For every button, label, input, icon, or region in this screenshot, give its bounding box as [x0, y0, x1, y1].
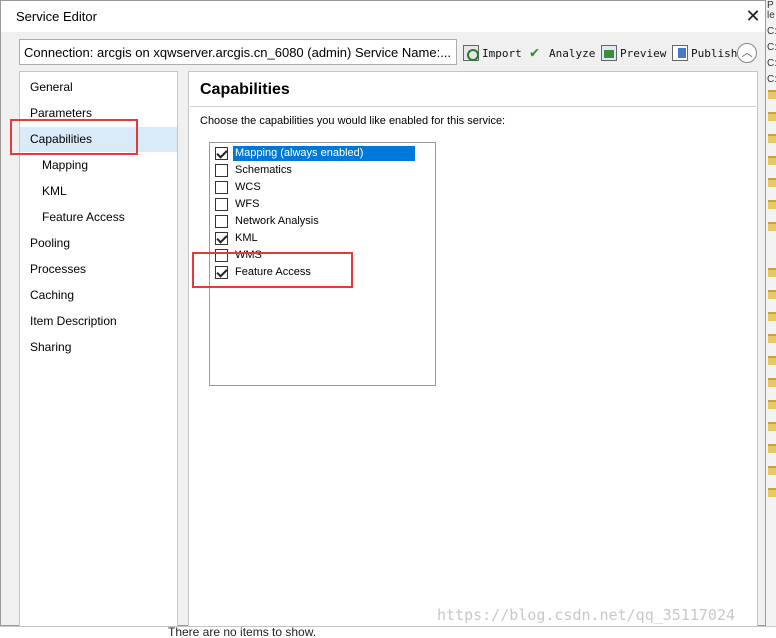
folder-icon: [768, 178, 776, 187]
capability-checkbox[interactable]: [215, 147, 228, 160]
capability-label: WCS: [235, 181, 261, 193]
folder-icon: [768, 422, 776, 431]
folder-icon: [768, 290, 776, 299]
publish-icon: [672, 45, 688, 61]
folder-icon: [768, 222, 776, 231]
background-text: C:: [767, 58, 776, 69]
nav-item-pooling[interactable]: Pooling: [20, 231, 177, 256]
publish-button[interactable]: Publish: [672, 43, 737, 63]
import-icon: [463, 45, 479, 61]
analyze-check-icon: [530, 43, 546, 61]
annotation-box-feature-access: [192, 252, 353, 288]
folder-icon: [768, 134, 776, 143]
nav-item-caching[interactable]: Caching: [20, 283, 177, 308]
title-bar: Service Editor ✕: [1, 1, 765, 32]
analyze-label: Analyze: [549, 46, 596, 60]
capability-row-schematics[interactable]: Schematics: [215, 162, 294, 179]
preview-icon: [601, 45, 617, 61]
capability-label: Schematics: [235, 164, 292, 176]
capability-label: WFS: [235, 198, 260, 210]
analyze-button[interactable]: Analyze: [530, 43, 595, 63]
page-title: Capabilities: [200, 81, 290, 98]
nav-item-sharing[interactable]: Sharing: [20, 335, 177, 360]
nav-item-feature-access[interactable]: Feature Access: [20, 205, 177, 230]
nav-item-mapping[interactable]: Mapping: [20, 153, 177, 178]
capability-checkbox[interactable]: [215, 181, 228, 194]
background-text: C:: [767, 26, 776, 37]
folder-icon: [768, 356, 776, 365]
folder-icon: [768, 200, 776, 209]
capability-checkbox[interactable]: [215, 232, 228, 245]
folder-icon: [768, 156, 776, 165]
service-editor-dialog: Service Editor ✕ Connection: arcgis on x…: [0, 0, 766, 627]
folder-icon: [768, 112, 776, 121]
folder-icon: [768, 312, 776, 321]
nav-item-item-description[interactable]: Item Description: [20, 309, 177, 334]
preview-button[interactable]: Preview: [601, 43, 666, 63]
background-text: C:: [767, 74, 776, 85]
capability-checkbox[interactable]: [215, 215, 228, 228]
collapse-chevron-up-icon[interactable]: ︿: [737, 43, 757, 63]
nav-item-kml[interactable]: KML: [20, 179, 177, 204]
watermark: https://blog.csdn.net/qq_35117024: [437, 606, 736, 624]
capability-label: KML: [235, 232, 258, 244]
capabilities-panel: Capabilities Choose the capabilities you…: [188, 71, 758, 627]
capability-checkbox[interactable]: [215, 198, 228, 211]
folder-icon: [768, 400, 776, 409]
folder-icon: [768, 268, 776, 277]
capability-row-mapping[interactable]: Mapping (always enabled): [215, 145, 415, 162]
divider: [190, 106, 756, 107]
background-text: C:: [767, 42, 776, 53]
capability-row-wcs[interactable]: WCS: [215, 179, 263, 196]
connection-field[interactable]: Connection: arcgis on xqwserver.arcgis.c…: [19, 39, 457, 65]
background-file-list: P le C: C: C: C:: [766, 0, 776, 638]
capabilities-description: Choose the capabilities you would like e…: [200, 115, 506, 127]
background-panel: [0, 626, 776, 638]
import-label: Import: [482, 46, 522, 60]
publish-label: Publish: [691, 46, 738, 60]
nav-item-processes[interactable]: Processes: [20, 257, 177, 282]
annotation-box-capabilities: [10, 119, 138, 155]
nav-item-general[interactable]: General: [20, 75, 177, 100]
background-text: le: [767, 10, 775, 21]
folder-icon: [768, 488, 776, 497]
folder-icon: [768, 90, 776, 99]
close-button[interactable]: ✕: [741, 5, 765, 27]
capability-label: Mapping (always enabled): [233, 146, 415, 161]
import-button[interactable]: Import: [463, 43, 522, 63]
dialog-title: Service Editor: [16, 9, 97, 24]
folder-icon: [768, 444, 776, 453]
capability-row-wfs[interactable]: WFS: [215, 196, 261, 213]
capability-row-network-analysis[interactable]: Network Analysis: [215, 213, 321, 230]
folder-icon: [768, 466, 776, 475]
folder-icon: [768, 334, 776, 343]
capability-label: Network Analysis: [235, 215, 319, 227]
preview-label: Preview: [620, 46, 667, 60]
capability-row-kml[interactable]: KML: [215, 230, 260, 247]
capability-checkbox[interactable]: [215, 164, 228, 177]
folder-icon: [768, 378, 776, 387]
